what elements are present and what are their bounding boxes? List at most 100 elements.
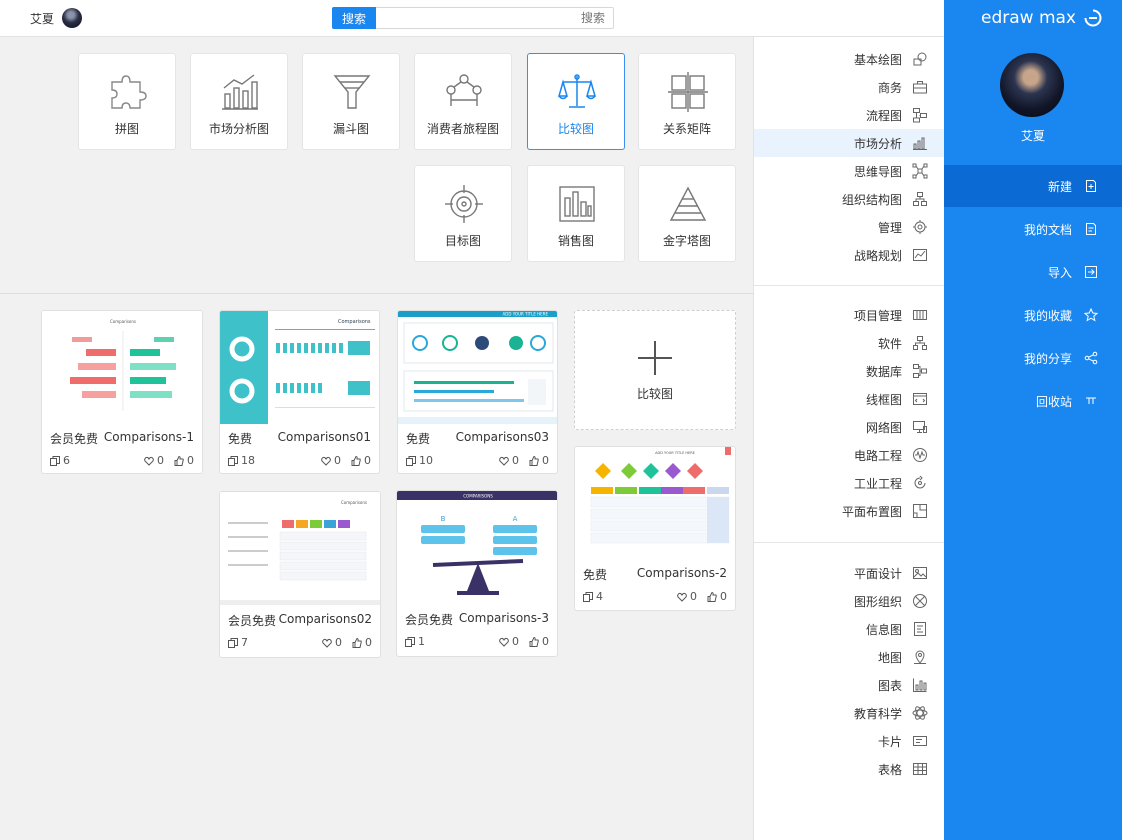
category-software[interactable]: 软件	[754, 329, 944, 357]
table-icon	[913, 763, 927, 775]
nav-item-shares[interactable]: 我的分享	[944, 337, 1122, 379]
nav-item-recycle-bin[interactable]: 回收站	[944, 380, 1122, 422]
type-label: 金字塔图	[662, 234, 711, 248]
like-stat[interactable]: 0	[352, 636, 372, 649]
template-thumbnail[interactable]: Comparisons	[220, 492, 380, 605]
heart-icon	[144, 456, 154, 466]
copy-stat: 7	[228, 636, 248, 649]
infographic-icon	[914, 622, 926, 636]
template-card[interactable]: Comparisons 会员免费 Comparisons02 7 0 0	[219, 491, 381, 658]
type-card-market[interactable]: 市场分析图	[190, 53, 288, 150]
category-list: 基本绘图 商务 流程图 市场分析 思维导图 组织结构图 管理 战略规划 项目管理…	[753, 37, 944, 840]
template-title-row: 免费 Comparisons01	[228, 430, 371, 447]
category-education-science[interactable]: 教育科学	[754, 699, 944, 727]
avatar[interactable]	[1000, 53, 1064, 117]
funnel-icon	[333, 75, 371, 109]
favorite-stat[interactable]: 0	[322, 636, 342, 649]
flowchart-icon	[913, 108, 927, 123]
search-button[interactable]: 搜索	[332, 7, 376, 29]
category-org-chart[interactable]: 组织结构图	[754, 185, 944, 213]
brand: edraw max	[981, 8, 1102, 28]
top-user[interactable]: 艾夏	[30, 8, 83, 28]
template-stats: 7 0 0	[228, 636, 372, 649]
template-title-row: 免费 Comparisons-2	[583, 566, 727, 583]
nav-item-import[interactable]: 导入	[944, 251, 1122, 293]
type-card-pyramid[interactable]: 金字塔图	[638, 165, 736, 262]
template-card[interactable]: ADD YOUR TITLE HERE 免费 Comparisons03 10 …	[397, 310, 558, 474]
template-title-row: 会员免费 Comparisons-3	[405, 611, 549, 628]
type-card-comparison[interactable]: 比较图	[527, 53, 625, 150]
template-card[interactable]: ADD YOUR TITLE HERE 免费 Comparisons-2 4 0…	[574, 446, 736, 611]
category-circuit[interactable]: 电路工程	[754, 441, 944, 469]
type-label: 销售图	[557, 234, 594, 248]
thumb-title: ADD YOUR TITLE HERE	[503, 312, 549, 317]
template-card[interactable]: Comparisons 会员免费 Comparisons-1 6 0 0	[41, 310, 203, 474]
category-industrial[interactable]: 工业工程	[754, 469, 944, 497]
template-tag: 会员免费	[228, 614, 277, 628]
database-icon	[913, 364, 927, 378]
type-label: 关系矩阵	[662, 122, 711, 136]
template-card[interactable]: COMPARISONS A B 会员免费 Comparisons-3 1 0 0	[396, 490, 558, 657]
thumbnail-image: Comparisons	[42, 311, 202, 424]
template-card[interactable]: Comparisons 免费 Comparisons01 18 0 0	[219, 310, 380, 474]
category-graphic-organizer[interactable]: 图形组织	[754, 587, 944, 615]
category-table[interactable]: 表格	[754, 755, 944, 783]
briefcase-icon	[913, 81, 927, 94]
type-card-matrix[interactable]: 关系矩阵	[638, 53, 736, 150]
new-blank-comparison-card[interactable]: 比较图	[574, 310, 736, 430]
category-graphic-design[interactable]: 平面设计	[754, 559, 944, 587]
type-card-puzzle[interactable]: 拼图	[78, 53, 176, 150]
search-input[interactable]	[379, 8, 611, 28]
category-basic-drawing[interactable]: 基本绘图	[754, 45, 944, 73]
type-card-funnel[interactable]: 漏斗图	[302, 53, 400, 150]
like-stat[interactable]: 0	[174, 454, 194, 467]
category-strategy[interactable]: 战略规划	[754, 241, 944, 269]
type-card-sales[interactable]: 销售图	[527, 165, 625, 262]
category-network[interactable]: 网络图	[754, 413, 944, 441]
like-stat[interactable]: 0	[529, 635, 549, 648]
nav-item-new[interactable]: 新建	[944, 165, 1122, 207]
new-file-icon	[1086, 180, 1096, 192]
category-database[interactable]: 数据库	[754, 357, 944, 385]
heart-icon	[677, 592, 687, 602]
category-card[interactable]: 卡片	[754, 727, 944, 755]
nav-item-my-documents[interactable]: 我的文档	[944, 208, 1122, 250]
type-label: 拼图	[114, 122, 139, 136]
map-pin-icon	[914, 650, 926, 664]
favorite-stat[interactable]: 0	[677, 590, 697, 603]
favorite-stat[interactable]: 0	[499, 454, 519, 467]
category-business[interactable]: 商务	[754, 73, 944, 101]
type-card-target[interactable]: 目标图	[414, 165, 512, 262]
star-icon	[1084, 308, 1098, 322]
category-mindmap[interactable]: 思维导图	[754, 157, 944, 185]
main-nav: edraw max 艾夏 新建 我的文档 导入 我的收藏 我的分享 回收站	[944, 0, 1122, 840]
like-stat[interactable]: 0	[351, 454, 371, 467]
favorite-stat[interactable]: 0	[144, 454, 164, 467]
template-thumbnail[interactable]: ADD YOUR TITLE HERE	[398, 311, 557, 424]
favorite-stat[interactable]: 0	[499, 635, 519, 648]
template-thumbnail[interactable]: Comparisons	[220, 311, 379, 424]
category-infographic[interactable]: 信息图	[754, 615, 944, 643]
template-thumbnail[interactable]: Comparisons	[42, 311, 202, 424]
category-floorplan[interactable]: 平面布置图	[754, 497, 944, 525]
like-stat[interactable]: 0	[529, 454, 549, 467]
category-flowchart[interactable]: 流程图	[754, 101, 944, 129]
avatar[interactable]	[62, 8, 83, 28]
category-management[interactable]: 管理	[754, 213, 944, 241]
template-title-row: 免费 Comparisons03	[406, 430, 549, 447]
favorite-stat[interactable]: 0	[321, 454, 341, 467]
template-thumbnail[interactable]: ADD YOUR TITLE HERE	[575, 447, 735, 559]
market-bars-icon	[222, 74, 258, 110]
thumb-title: Comparisons	[341, 500, 367, 505]
type-card-journey[interactable]: 消费者旅程图	[414, 53, 512, 150]
category-wireframe[interactable]: 线框图	[754, 385, 944, 413]
nav-item-favorites[interactable]: 我的收藏	[944, 294, 1122, 336]
like-stat[interactable]: 0	[707, 590, 727, 603]
category-project-management[interactable]: 项目管理	[754, 301, 944, 329]
template-thumbnail[interactable]: COMPARISONS A B	[397, 491, 557, 604]
template-tag: 免费	[228, 432, 253, 446]
category-market-analysis[interactable]: 市场分析	[754, 129, 944, 157]
copy-stat: 6	[50, 454, 70, 467]
category-map[interactable]: 地图	[754, 643, 944, 671]
category-chart[interactable]: 图表	[754, 671, 944, 699]
